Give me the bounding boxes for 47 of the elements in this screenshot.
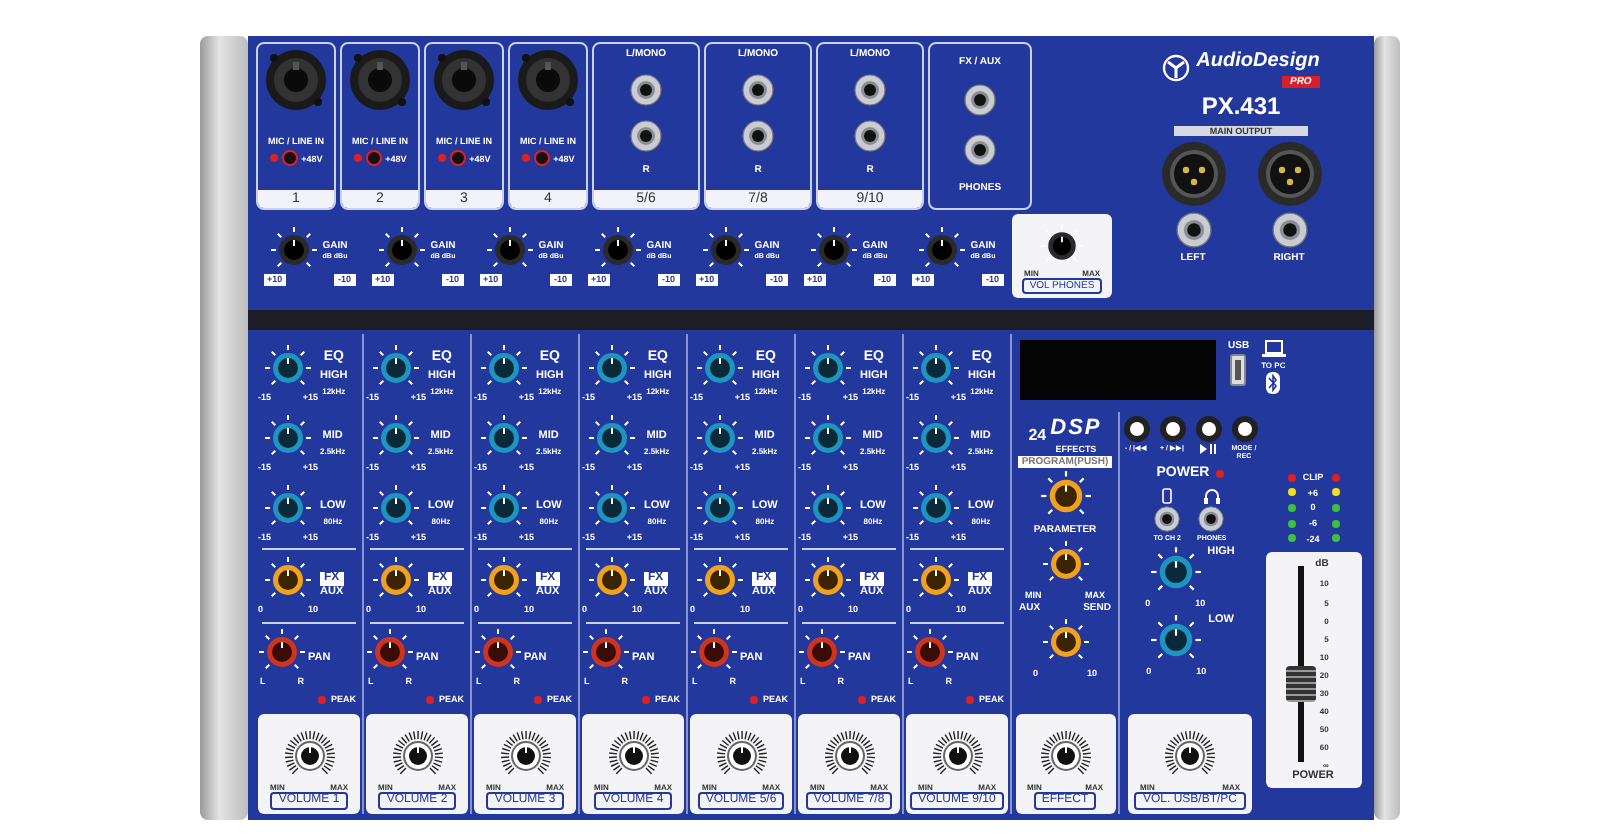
usb-port-icon[interactable] <box>1230 354 1247 387</box>
headphones-icon <box>1203 487 1220 503</box>
fader-thumb[interactable] <box>1285 666 1316 702</box>
knob[interactable] <box>1041 617 1089 665</box>
xlr-output-jack[interactable] <box>1159 140 1227 209</box>
led-icon <box>437 154 446 163</box>
jack-socket[interactable] <box>964 84 996 117</box>
jack-socket[interactable] <box>1271 212 1307 249</box>
player-button[interactable] <box>1159 416 1185 442</box>
jack-socket[interactable] <box>1198 505 1225 531</box>
led-icon <box>353 154 362 163</box>
jack-socket[interactable] <box>854 73 886 106</box>
player-button[interactable] <box>1231 416 1257 442</box>
player-button[interactable] <box>1195 416 1221 442</box>
jack-socket[interactable] <box>630 119 662 151</box>
phone-icon <box>1162 487 1173 503</box>
led-icon <box>269 154 278 163</box>
jack-socket[interactable] <box>742 73 774 106</box>
laptop-icon <box>1261 340 1286 358</box>
peak-led-icon <box>534 695 543 703</box>
peak-led-icon <box>642 695 651 703</box>
bluetooth-icon <box>1266 372 1281 394</box>
phantom-switch-icon[interactable] <box>449 150 466 167</box>
dsp-logo: DSP <box>1050 416 1102 444</box>
peak-led-icon <box>426 695 435 703</box>
peak-led-icon <box>318 695 327 703</box>
jack-socket[interactable] <box>1175 212 1211 249</box>
model-name: PX.431 <box>1201 91 1281 121</box>
phantom-switch-icon[interactable] <box>533 150 550 167</box>
phantom-switch-icon[interactable] <box>365 150 382 167</box>
power-led-icon <box>1215 470 1224 479</box>
dsp-count: 24 <box>1028 425 1047 446</box>
player-button[interactable] <box>1123 416 1149 442</box>
jack-socket[interactable] <box>964 133 996 166</box>
peak-led-icon <box>966 695 975 703</box>
logo-icon <box>1162 54 1191 83</box>
jack-socket[interactable] <box>1154 505 1181 531</box>
play-pause-icon <box>1200 444 1216 454</box>
jack-socket[interactable] <box>630 73 662 106</box>
peak-led-icon <box>750 695 759 703</box>
jack-socket[interactable] <box>854 119 886 151</box>
xlr-output-jack[interactable] <box>1255 140 1323 209</box>
brand-name: AudioDesign <box>1196 50 1320 75</box>
phantom-switch-icon[interactable] <box>281 150 298 167</box>
led-icon <box>521 154 530 163</box>
jack-socket[interactable] <box>742 119 774 151</box>
peak-led-icon <box>858 695 867 703</box>
